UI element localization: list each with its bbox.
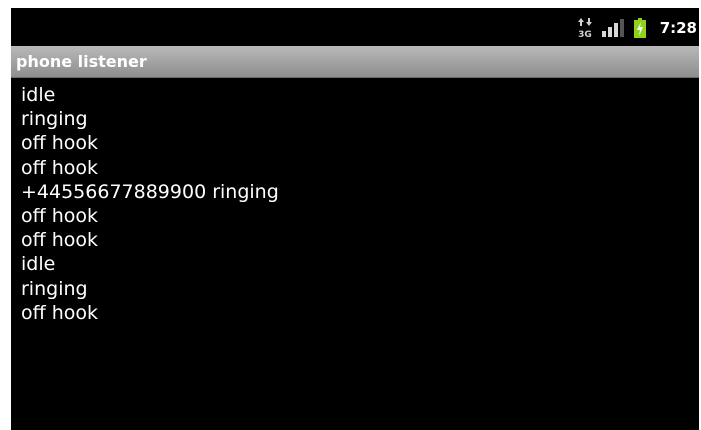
status-icons: 3G 7:28 bbox=[577, 17, 697, 39]
log-entry: off hook bbox=[21, 204, 99, 227]
log-entry: off hook bbox=[21, 132, 99, 155]
phone-screen: 3G 7:28 phone listener idle ringing off … bbox=[11, 8, 699, 430]
log-entry: idle bbox=[21, 253, 56, 276]
call-state-log: idle ringing off hook off hook +44556677… bbox=[21, 83, 279, 325]
app-title-bar: phone listener bbox=[11, 46, 699, 78]
3g-data-arrows-icon: 3G bbox=[577, 18, 592, 38]
battery-charging-icon bbox=[633, 18, 646, 38]
status-bar: 3G 7:28 bbox=[11, 8, 699, 46]
log-entry: idle bbox=[21, 84, 56, 106]
log-entry: off hook bbox=[21, 301, 99, 324]
log-entry: off hook bbox=[21, 156, 99, 179]
log-entry: ringing bbox=[21, 277, 88, 300]
app-title: phone listener bbox=[16, 52, 147, 71]
network-type-label: 3G bbox=[578, 30, 592, 38]
status-clock: 7:28 bbox=[659, 19, 697, 37]
signal-strength-icon bbox=[601, 19, 624, 37]
log-entry: ringing bbox=[21, 108, 88, 131]
device-frame: 3G 7:28 phone listener idle ringing off … bbox=[0, 0, 701, 430]
log-entry: off hook bbox=[21, 229, 99, 252]
log-entry: +44556677889900 ringing bbox=[21, 180, 279, 203]
